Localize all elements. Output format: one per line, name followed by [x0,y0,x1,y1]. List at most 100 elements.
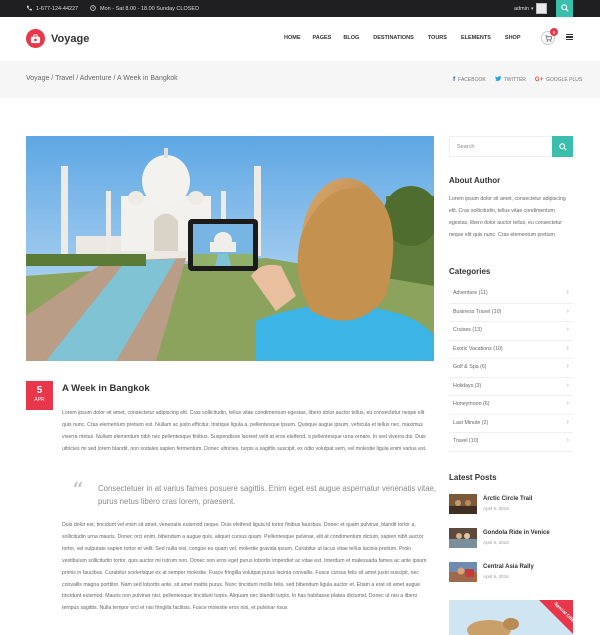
latest-post-title[interactable]: Gondola Ride in Venice [483,530,550,536]
phone-icon [26,5,32,13]
about-author-text: Lorem ipsum dolor sit amet, consectetur … [449,196,566,238]
share-facebook[interactable]: f FACEBOOK [453,76,486,83]
logo-text: Voyage [51,32,90,45]
chevron-right-icon: › [566,289,569,296]
cart-button[interactable]: 0 [541,28,558,45]
category-label: Business Travel (10) [453,308,502,315]
latest-post-date: April 5, 2016 [483,506,509,511]
breadcrumb[interactable]: Voyage / Travel / Adventure / A Week in … [26,75,178,82]
chevron-right-icon: › [566,381,569,389]
share-google[interactable]: G+ GOOGLE PLUS [535,76,582,83]
clock-icon [90,5,96,13]
chevron-right-icon: › [566,437,569,444]
category-item[interactable]: Exotic Vacations (10) › [449,341,573,359]
post-date-badge: 5 APR [26,381,53,410]
latest-post-date: April 5, 2016 [483,540,509,545]
search-input[interactable]: Search [457,144,474,150]
main-nav: HOME PAGES BLOG DESTINATIONS TOURS ELEME… [284,35,521,41]
hours-text: Mon - Sat 8.00 - 18.00 Sunday CLOSED [100,6,200,12]
category-item[interactable]: Golf & Spa (6) › [449,359,573,378]
category-label: Honeymoon (6) [453,401,490,407]
site-logo[interactable]: Voyage [26,29,89,48]
phone-number: 1-677-124-44227 [36,6,79,12]
chevron-right-icon: › [566,400,569,407]
category-label: Last Minute (2) [453,419,489,426]
avatar[interactable] [535,3,547,14]
quote-icon: “ [72,479,84,504]
category-label: Cruises (13) [453,327,482,333]
chevron-right-icon: › [566,307,569,315]
post-thumbnail[interactable] [449,494,477,514]
categories-heading: Categories [449,267,491,276]
chevron-right-icon: › [566,418,569,426]
facebook-icon: f [453,76,456,83]
nav-pages[interactable]: PAGES [313,35,332,41]
latest-post-item[interactable]: Arctic Circle Trail April 5, 2016 [449,492,573,524]
category-item[interactable]: Adventure (11) › [449,285,573,304]
post-paragraph: Duis dolor est, tincidunt vel enim sit a… [62,522,427,612]
top-bar: 1-677-124-44227 Mon - Sat 8.00 - 18.00 S… [0,0,600,17]
menu-line [566,36,573,38]
share-twitter[interactable]: TWITTER [494,76,526,83]
latest-post-item[interactable]: Central Asia Rally April 5, 2016 [449,560,573,592]
post-featured-image [26,136,434,361]
category-item[interactable]: Cruises (13) › [449,322,573,341]
site-header: Voyage HOME PAGES BLOG DESTINATIONS TOUR… [0,17,600,61]
latest-post-title[interactable]: Arctic Circle Trail [483,496,532,502]
latest-post-item[interactable]: Gondola Ride in Venice April 5, 2016 [449,526,573,558]
category-item[interactable]: Business Travel (10) › [449,304,573,322]
sidebar-search: Search [449,136,573,157]
latest-post-title[interactable]: Central Asia Rally [483,564,534,570]
suitcase-icon [26,29,45,48]
twitter-icon [494,76,501,83]
phone-info: 1-677-124-44227 [26,5,78,13]
nav-home[interactable]: HOME [284,35,301,41]
nav-elements[interactable]: ELEMENTS [461,35,491,41]
latest-posts-list: Arctic Circle Trail April 5, 2016 Gondol… [449,492,573,594]
google-plus-icon: G+ [534,76,544,83]
category-label: Travel (10) [453,438,479,444]
share-links: f FACEBOOK TWITTER G+ GOOGLE PLUS [453,76,582,83]
categories-list: Adventure (11) › Business Travel (10) › Cr… [449,285,573,452]
page-title-band: Voyage / Travel / Adventure / A Week in … [0,61,600,98]
category-label: Golf & Spa (6) [453,364,487,370]
search-icon [558,138,567,156]
chevron-right-icon: › [566,363,569,370]
category-item[interactable]: Travel (10) › [449,433,573,452]
post-thumbnail[interactable] [449,528,477,548]
sidebar-promo-banner[interactable]: Special Offer [449,600,573,635]
post-thumbnail[interactable] [449,562,477,582]
nav-destinations[interactable]: DESTINATIONS [373,35,414,41]
post-month: APR [34,397,45,403]
category-label: Adventure (11) [453,290,488,296]
share-facebook-label: FACEBOOK [458,76,486,83]
nav-tours[interactable]: TOURS [428,35,447,41]
username[interactable]: admin [514,6,529,12]
nav-blog[interactable]: BLOG [343,35,359,41]
share-google-label: GOOGLE PLUS [546,76,583,83]
search-icon [560,3,569,14]
chevron-down-icon: ▾ [530,5,534,12]
menu-line [566,33,573,35]
top-search-button[interactable] [556,0,573,17]
post-paragraph: Lorem ipsum dolor sit amet, consectetur … [62,410,427,452]
hamburger-menu-button[interactable] [566,32,575,42]
category-item[interactable]: Last Minute (2) › [449,415,573,433]
category-label: Holidays (3) [453,382,482,389]
latest-post-date: April 5, 2016 [483,574,509,579]
sidebar-search-button[interactable] [552,136,573,157]
latest-posts-heading: Latest Posts [449,473,497,482]
chevron-right-icon: › [566,344,569,352]
category-label: Exotic Vacations (10) [453,345,503,352]
nav-shop[interactable]: SHOP [505,35,521,41]
category-item[interactable]: Holidays (3) › [449,378,573,396]
cart-count-badge: 0 [550,28,558,36]
post-title: A Week in Bangkok [62,383,150,394]
chevron-right-icon: › [566,326,569,333]
opening-hours: Mon - Sat 8.00 - 18.00 Sunday CLOSED [90,5,199,13]
post-day: 5 [36,385,43,396]
menu-line [566,39,573,41]
category-item[interactable]: Honeymoon (6) › [449,396,573,415]
share-twitter-label: TWITTER [503,76,526,83]
user-menu[interactable]: admin ▾ [514,3,547,14]
